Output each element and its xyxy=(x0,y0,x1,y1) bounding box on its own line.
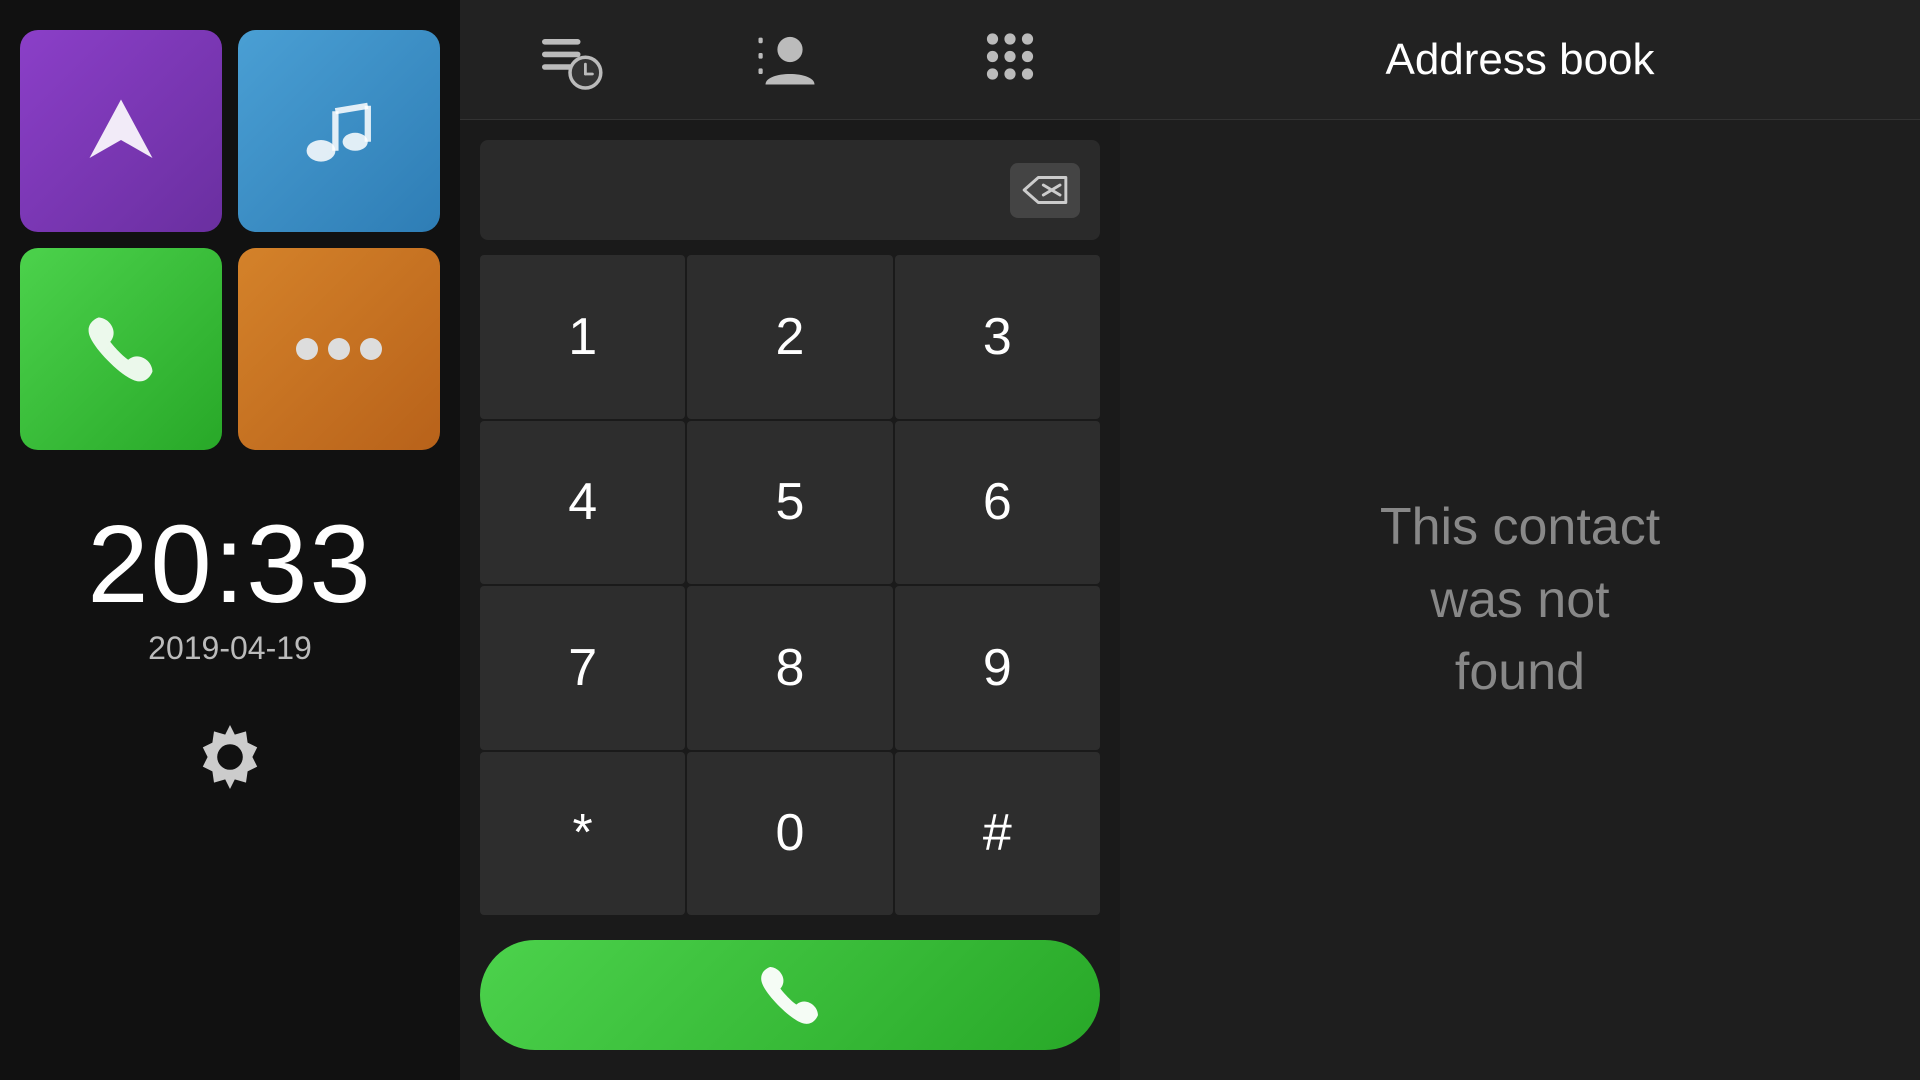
app-tile-phone[interactable] xyxy=(20,248,222,450)
dial-button-6[interactable]: 6 xyxy=(895,421,1100,585)
address-book-content: This contactwas notfound xyxy=(1120,120,1920,1080)
call-history-tab[interactable] xyxy=(505,15,635,105)
dialpad-tab[interactable] xyxy=(945,15,1075,105)
right-panel: Address book This contactwas notfound xyxy=(1120,0,1920,1080)
app-grid xyxy=(20,30,440,450)
time-section: 20:33 2019-04-19 xyxy=(87,510,372,667)
backspace-icon xyxy=(1020,170,1070,210)
nav-icon xyxy=(76,86,166,176)
call-button-container xyxy=(460,925,1120,1080)
contact-not-found-message: This contactwas notfound xyxy=(1380,491,1660,709)
left-panel: 20:33 2019-04-19 xyxy=(0,0,460,1080)
dial-button-1[interactable]: 1 xyxy=(480,255,685,419)
dial-button-9[interactable]: 9 xyxy=(895,586,1100,750)
middle-panel: 1 2 3 4 5 6 7 8 9 * 0 # xyxy=(460,0,1120,1080)
dial-button-2[interactable]: 2 xyxy=(687,255,892,419)
dial-button-0[interactable]: 0 xyxy=(687,752,892,916)
music-icon xyxy=(294,86,384,176)
dial-button-3[interactable]: 3 xyxy=(895,255,1100,419)
more-dots-icon xyxy=(296,338,382,360)
contacts-tab[interactable] xyxy=(725,15,855,105)
call-button[interactable] xyxy=(480,940,1100,1050)
dial-button-star[interactable]: * xyxy=(480,752,685,916)
dial-button-5[interactable]: 5 xyxy=(687,421,892,585)
contacts-icon xyxy=(755,25,825,95)
app-tile-music[interactable] xyxy=(238,30,440,232)
settings-button[interactable] xyxy=(190,717,270,802)
call-history-icon xyxy=(535,25,605,95)
address-book-header: Address book xyxy=(1120,0,1920,120)
dial-button-4[interactable]: 4 xyxy=(480,421,685,585)
dialpad-icon xyxy=(975,25,1045,95)
top-nav-bar xyxy=(460,0,1120,120)
date-display: 2019-04-19 xyxy=(87,630,372,667)
time-display: 20:33 xyxy=(87,510,372,620)
phone-icon xyxy=(76,304,166,394)
dial-button-7[interactable]: 7 xyxy=(480,586,685,750)
dial-button-8[interactable]: 8 xyxy=(687,586,892,750)
app-tile-more[interactable] xyxy=(238,248,440,450)
address-book-title: Address book xyxy=(1385,35,1654,85)
backspace-button[interactable] xyxy=(1010,163,1080,218)
dial-display xyxy=(480,140,1100,240)
dial-button-hash[interactable]: # xyxy=(895,752,1100,916)
gear-icon xyxy=(190,717,270,797)
dialpad-grid: 1 2 3 4 5 6 7 8 9 * 0 # xyxy=(480,255,1100,915)
app-tile-navigation[interactable] xyxy=(20,30,222,232)
call-button-icon xyxy=(750,955,830,1035)
